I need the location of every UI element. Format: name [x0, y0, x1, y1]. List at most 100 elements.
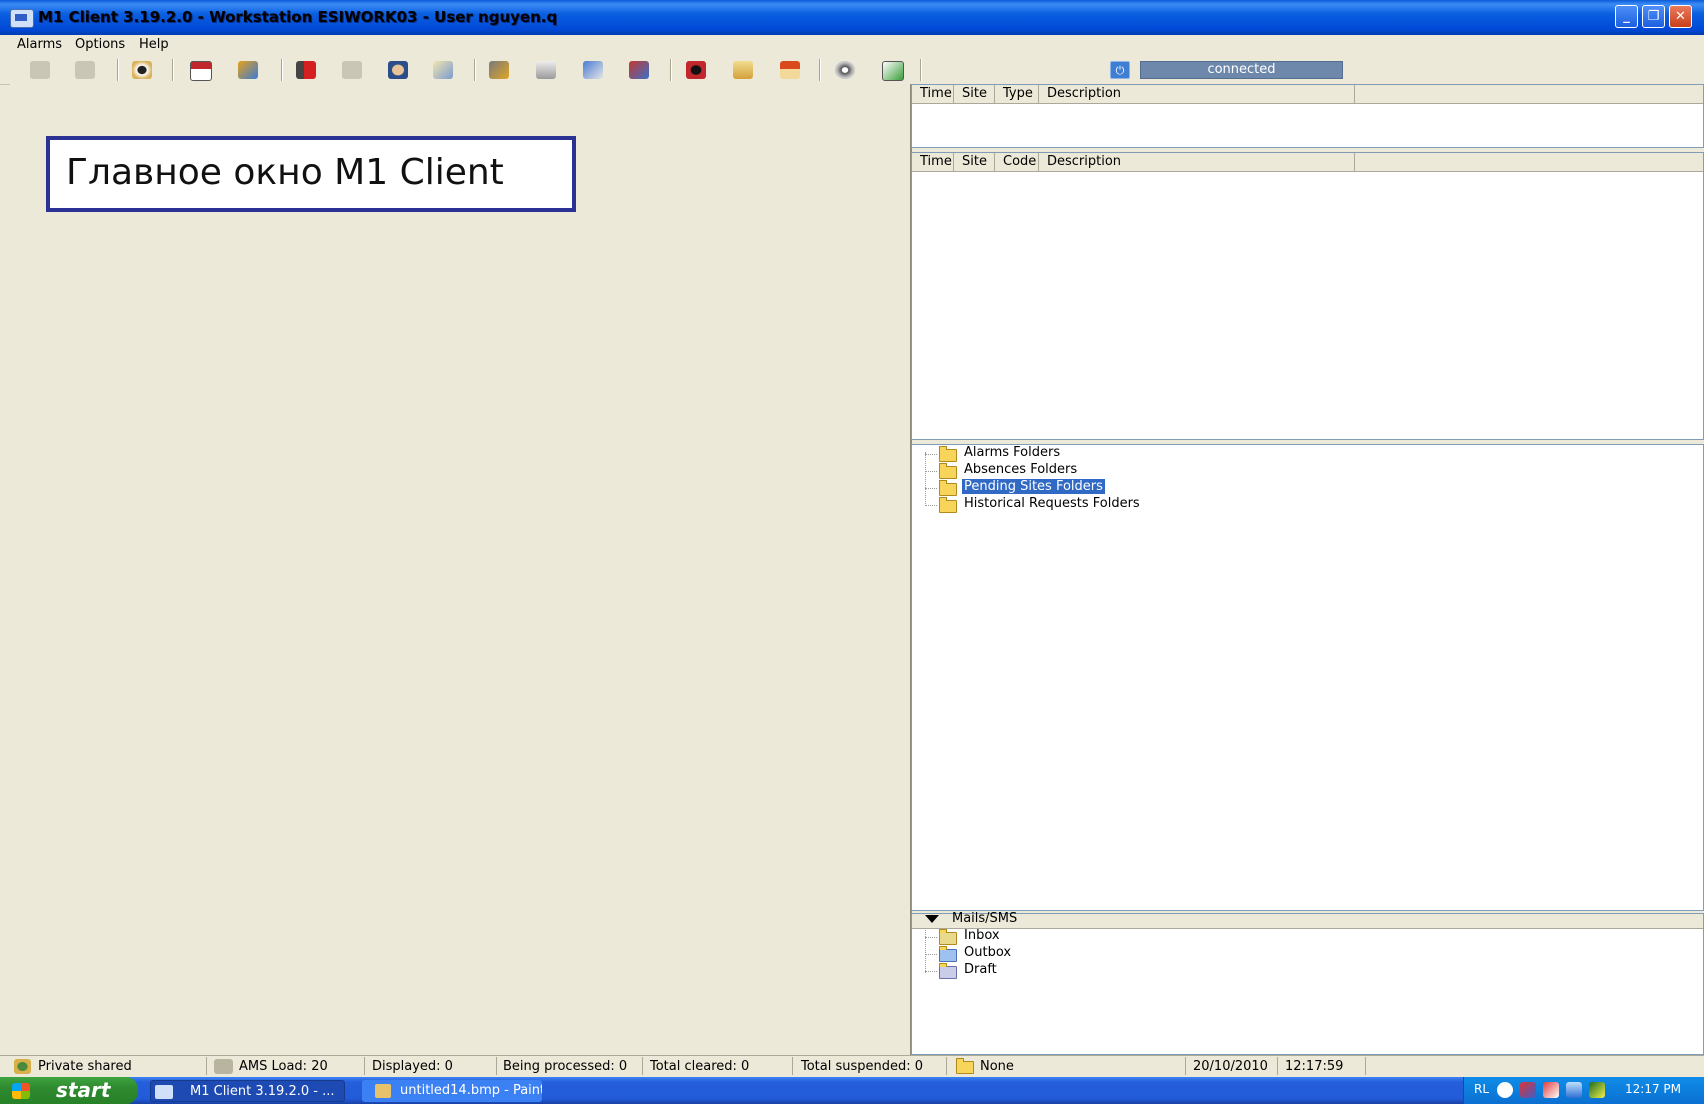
window-title: M1 Client 3.19.2.0 - Workstation ESIWORK…: [38, 8, 558, 26]
app-icon: [155, 1085, 173, 1099]
tree-connector: [925, 505, 937, 506]
toolbar-separator: [670, 59, 672, 81]
toolbar-separator: [172, 59, 174, 81]
tag-icon[interactable]: [342, 61, 362, 79]
mail-item-outbox[interactable]: Outbox: [964, 945, 1011, 960]
network-share-icon: [14, 1059, 31, 1074]
monitor-tray-icon[interactable]: [1566, 1082, 1582, 1098]
close-button[interactable]: ✕: [1669, 5, 1692, 28]
mails-title: Mails/SMS: [952, 911, 1018, 926]
computer-icon[interactable]: [629, 61, 649, 79]
event-list-header: Time Site Code Description: [912, 153, 1703, 172]
alarm-list-panel[interactable]: Time Site Type Description: [911, 84, 1704, 148]
folders-tree-panel[interactable]: [911, 444, 1704, 911]
mails-panel[interactable]: [911, 913, 1704, 1055]
person-icon[interactable]: [388, 61, 408, 79]
power-icon[interactable]: ⏻: [1110, 61, 1130, 79]
calendar-icon[interactable]: [190, 61, 212, 81]
mail-item-inbox[interactable]: Inbox: [964, 928, 1000, 943]
draft-icon: [939, 963, 957, 979]
toolbar-separator: [474, 59, 476, 81]
status-separator: [364, 1057, 365, 1075]
menu-help[interactable]: Help: [139, 37, 169, 52]
status-separator: [1365, 1057, 1366, 1075]
rocket-icon[interactable]: [238, 61, 258, 79]
column-description[interactable]: Description: [1039, 85, 1355, 103]
column-time[interactable]: Time: [912, 153, 954, 171]
column-time[interactable]: Time: [912, 85, 954, 103]
mail-item-draft[interactable]: Draft: [964, 962, 997, 977]
edit-icon[interactable]: [882, 61, 904, 81]
car-icon[interactable]: [686, 61, 706, 79]
alarm-list-header: Time Site Type Description: [912, 85, 1703, 104]
taskbar-item-m1-client[interactable]: M1 Client 3.19.2.0 - ...: [150, 1080, 345, 1102]
column-site[interactable]: Site: [954, 153, 995, 171]
status-total-suspended: Total suspended: 0: [801, 1059, 924, 1074]
minimize-button[interactable]: _: [1615, 5, 1638, 28]
mails-header[interactable]: [912, 914, 1703, 929]
handshake-icon[interactable]: [30, 61, 50, 79]
folder-icon: [956, 1058, 974, 1074]
tree-item-historical-requests-folders[interactable]: Historical Requests Folders: [964, 496, 1140, 511]
start-label: start: [56, 1078, 111, 1102]
paint-icon: [375, 1084, 391, 1098]
inbox-icon: [939, 929, 957, 945]
column-description[interactable]: Description: [1039, 153, 1355, 171]
task-label: M1 Client 3.19.2.0 - ...: [190, 1084, 335, 1099]
folder-icon: [939, 480, 957, 496]
v-tray-icon[interactable]: [1589, 1082, 1605, 1098]
folder-icon: [939, 463, 957, 479]
tree-connector: [925, 471, 937, 472]
speaker-icon[interactable]: [296, 61, 316, 79]
status-separator: [1277, 1057, 1278, 1075]
status-mode: Private shared: [38, 1059, 132, 1074]
callout-text: Главное окно M1 Client: [66, 152, 504, 193]
column-type[interactable]: Type: [995, 85, 1039, 103]
toolbar-separator: [819, 59, 821, 81]
connection-status: connected: [1140, 61, 1343, 79]
menu-options[interactable]: Options: [75, 37, 125, 52]
tree-item-alarms-folders[interactable]: Alarms Folders: [964, 445, 1060, 460]
status-separator: [496, 1057, 497, 1075]
status-folder: None: [980, 1059, 1014, 1074]
tree-item-pending-sites-folders[interactable]: Pending Sites Folders: [962, 479, 1105, 494]
antivirus-tray-icon[interactable]: [1543, 1082, 1559, 1098]
mail-icon[interactable]: [733, 61, 753, 79]
tree-connector: [925, 488, 937, 489]
taskbar-clock: 12:17 PM: [1625, 1082, 1681, 1096]
handshake-gray-icon[interactable]: [75, 61, 95, 79]
disc-icon[interactable]: [835, 61, 855, 79]
folder-icon: [939, 446, 957, 462]
language-indicator[interactable]: RL: [1474, 1082, 1489, 1096]
tree-connector: [925, 937, 937, 938]
column-site[interactable]: Site: [954, 85, 995, 103]
toolbar-separator: [920, 59, 922, 81]
status-being-processed: Being processed: 0: [503, 1059, 628, 1074]
status-date: 20/10/2010: [1193, 1059, 1268, 1074]
car-key-icon[interactable]: [489, 61, 509, 79]
network-icon[interactable]: [583, 61, 603, 79]
tree-connector: [925, 452, 926, 506]
main-workspace[interactable]: [10, 84, 912, 1055]
column-code[interactable]: Code: [995, 153, 1039, 171]
app-icon[interactable]: [10, 9, 34, 28]
eye-icon[interactable]: [132, 61, 152, 79]
restore-button[interactable]: ❐: [1642, 5, 1665, 28]
collapse-arrow-icon[interactable]: [925, 915, 939, 923]
tree-connector: [925, 971, 937, 972]
network-tray-icon[interactable]: [1520, 1082, 1536, 1098]
status-separator: [642, 1057, 643, 1075]
menu-bar: [0, 35, 1704, 57]
taskbar-item-paint[interactable]: untitled14.bmp - Paint: [362, 1080, 542, 1102]
status-time: 12:17:59: [1285, 1059, 1344, 1074]
event-list-panel[interactable]: Time Site Code Description: [911, 152, 1704, 440]
toolbar-separator: [281, 59, 283, 81]
layers-icon[interactable]: [536, 61, 556, 79]
menu-alarms[interactable]: Alarms: [17, 37, 62, 52]
notepad-icon[interactable]: [433, 61, 453, 79]
status-total-cleared: Total cleared: 0: [650, 1059, 750, 1074]
handshake-icon: [214, 1059, 233, 1074]
tree-item-absences-folders[interactable]: Absences Folders: [964, 462, 1077, 477]
home-icon[interactable]: [780, 61, 800, 79]
chevron-left-icon[interactable]: [1497, 1082, 1513, 1098]
